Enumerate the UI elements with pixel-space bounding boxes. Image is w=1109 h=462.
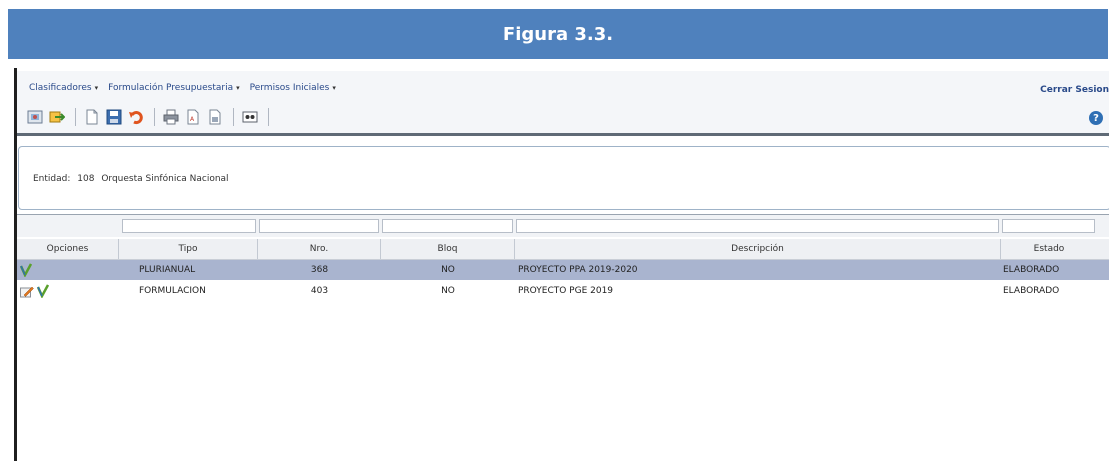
help-icon[interactable]: ? (1089, 111, 1103, 125)
tipo-cell: FORMULACION (139, 286, 206, 296)
filter-estado-input[interactable] (1002, 219, 1095, 233)
exit-icon[interactable] (47, 108, 67, 126)
filter-tipo-input[interactable] (122, 219, 256, 233)
menu-label: Clasificadores (29, 83, 92, 93)
save-icon[interactable] (104, 108, 124, 126)
projects-grid: Opciones Tipo Nro. Bloq Descripción Esta… (17, 214, 1109, 462)
caret-down-icon: ▾ (94, 84, 99, 92)
table-row[interactable]: PLURIANUAL 368 NO PROYECTO PPA 2019-2020… (17, 260, 1109, 280)
menu-label: Permisos Iniciales (249, 83, 330, 93)
figure-title-banner: Figura 3.3. (8, 9, 1108, 59)
column-header-tipo[interactable]: Tipo (119, 239, 258, 259)
column-header-bloq[interactable]: Bloq (381, 239, 515, 259)
print-icon[interactable] (161, 108, 181, 126)
approve-icon[interactable] (36, 284, 49, 299)
filter-bloq-input[interactable] (382, 219, 513, 233)
entity-code: 108 (77, 174, 95, 184)
toolbar-separator (268, 108, 269, 126)
estado-cell: ELABORADO (1003, 265, 1060, 275)
grid-header: Opciones Tipo Nro. Bloq Descripción Esta… (17, 239, 1109, 260)
main-menu: Clasificadores ▾ Formulación Presupuestar… (29, 83, 336, 99)
menu-clasificadores[interactable]: Clasificadores ▾ (29, 83, 98, 99)
entity-label: Entidad: (33, 174, 71, 184)
toolbar-separator (75, 108, 76, 126)
menu-permisos-iniciales[interactable]: Permisos Iniciales ▾ (250, 83, 336, 99)
descripcion-cell: PROYECTO PGE 2019 (518, 286, 614, 296)
column-header-estado[interactable]: Estado (1001, 239, 1097, 259)
entity-info: Entidad: 108 Orquesta Sinfónica Nacional (33, 174, 229, 184)
view-icon[interactable] (240, 108, 260, 126)
tipo-cell: PLURIANUAL (139, 265, 196, 275)
pdf-report-icon[interactable]: A (183, 108, 203, 126)
filter-nro-input[interactable] (259, 219, 379, 233)
entity-panel: Entidad: 108 Orquesta Sinfónica Nacional (18, 146, 1109, 210)
figure-title: Figura 3.3. (502, 23, 614, 45)
column-header-descripcion[interactable]: Descripción (515, 239, 1001, 259)
options-cell (19, 260, 119, 280)
menu-label: Formulación Presupuestaria (108, 83, 234, 93)
filter-descripcion-input[interactable] (516, 219, 999, 233)
undo-icon[interactable] (126, 108, 146, 126)
toolbar-separator (233, 108, 234, 126)
filter-row (17, 215, 1109, 237)
caret-down-icon: ▾ (332, 84, 336, 92)
table-row[interactable]: FORMULACION 403 NO PROYECTO PGE 2019 ELA… (17, 281, 1109, 301)
menu-bar: Clasificadores ▾ Formulación Presupuestar… (17, 71, 1109, 136)
menu-formulacion-presupuestaria[interactable]: Formulación Presupuestaria ▾ (108, 83, 240, 99)
estado-cell: ELABORADO (1003, 286, 1060, 296)
new-document-icon[interactable] (82, 108, 102, 126)
home-icon[interactable] (25, 108, 45, 126)
edit-icon[interactable] (20, 286, 34, 298)
column-header-opciones[interactable]: Opciones (17, 239, 119, 259)
toolbar: A (25, 107, 275, 127)
bloq-cell: NO (441, 265, 455, 275)
logout-link[interactable]: Cerrar Sesion (1040, 85, 1109, 95)
nro-cell: 403 (310, 286, 329, 296)
descripcion-cell: PROYECTO PPA 2019-2020 (518, 265, 638, 275)
app-window: Clasificadores ▾ Formulación Presupuestar… (14, 68, 1109, 462)
nro-cell: 368 (310, 265, 329, 275)
column-header-nro[interactable]: Nro. (258, 239, 381, 259)
bloq-cell: NO (441, 286, 455, 296)
export-report-icon[interactable] (205, 108, 225, 126)
toolbar-separator (154, 108, 155, 126)
approve-icon[interactable] (19, 263, 33, 278)
caret-down-icon: ▾ (236, 84, 240, 92)
options-cell (20, 281, 119, 301)
entity-name: Orquesta Sinfónica Nacional (101, 174, 229, 184)
